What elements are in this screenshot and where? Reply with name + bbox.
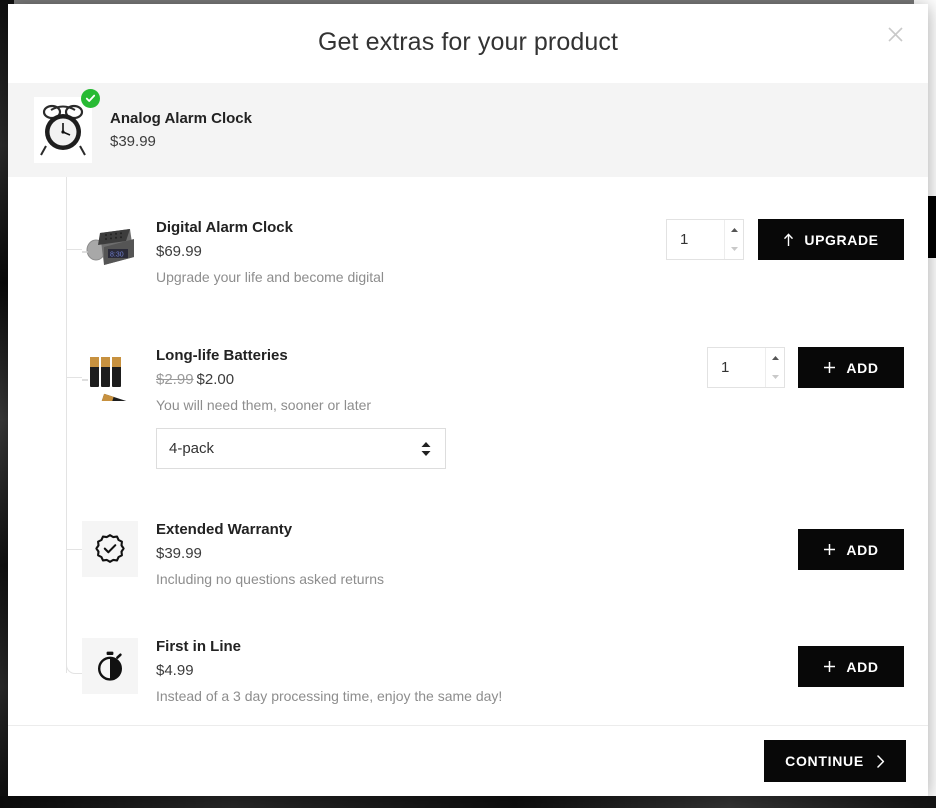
offer-description: You will need them, sooner or later <box>156 396 446 414</box>
up-down-arrows-icon <box>421 441 431 456</box>
offer-row-digital-alarm-clock: 8:30 Digital Alarm Clock $69.99 Upgrade … <box>82 219 906 329</box>
offer-row-extended-warranty: Extended Warranty $39.99 Including no qu… <box>82 521 906 631</box>
continue-button[interactable]: CONTINUE <box>764 740 906 782</box>
selected-product-info: Analog Alarm Clock $39.99 <box>110 110 252 150</box>
offer-row-long-life-batteries: Long-life Batteries $2.99$2.00 You will … <box>82 347 906 507</box>
quantity-spinner[interactable] <box>765 348 784 387</box>
offer-name: First in Line <box>156 638 502 656</box>
pack-size-selected-value: 4-pack <box>169 440 214 457</box>
offer-price: $39.99 <box>156 545 384 563</box>
offer-price: $2.99$2.00 <box>156 371 446 389</box>
caret-down-glyph <box>771 374 780 380</box>
continue-button-label: CONTINUE <box>785 753 864 769</box>
add-button-first-in-line[interactable]: ADD <box>798 646 904 687</box>
caret-up-glyph <box>730 227 739 233</box>
quantity-input[interactable] <box>708 358 765 377</box>
tree-branch-1 <box>66 249 82 250</box>
page-title: Get extras for your product <box>8 28 928 57</box>
offer-info-first-in-line: First in Line $4.99 Instead of a 3 day p… <box>156 638 502 705</box>
offer-info-long-life-batteries: Long-life Batteries $2.99$2.00 You will … <box>156 347 446 469</box>
stopwatch-icon <box>82 638 138 694</box>
caret-up-glyph <box>421 441 431 447</box>
offer-original-price: $2.99 <box>156 371 194 388</box>
upgrade-button-digital-alarm-clock[interactable]: UPGRADE <box>758 219 904 260</box>
caret-up-glyph <box>771 355 780 361</box>
quantity-stepper-long-life-batteries[interactable] <box>707 347 785 388</box>
offer-info-digital-alarm-clock: Digital Alarm Clock $69.99 Upgrade your … <box>156 219 384 286</box>
offer-info-extended-warranty: Extended Warranty $39.99 Including no qu… <box>156 521 384 588</box>
offer-description: Upgrade your life and become digital <box>156 268 384 286</box>
chevron-right-icon <box>876 755 885 768</box>
modal-footer: CONTINUE <box>8 725 928 796</box>
pack-size-select[interactable]: 4-pack <box>156 428 446 469</box>
offer-price: $69.99 <box>156 243 384 261</box>
offer-price: $4.99 <box>156 662 502 680</box>
selected-product-name: Analog Alarm Clock <box>110 110 252 127</box>
quantity-stepper-digital-alarm-clock[interactable] <box>666 219 744 260</box>
add-button-long-life-batteries[interactable]: ADD <box>798 347 904 388</box>
modal-header: Get extras for your product <box>8 4 928 83</box>
batteries-image <box>82 347 138 403</box>
extras-modal: Get extras for your product <box>8 4 928 796</box>
offer-row-first-in-line: First in Line $4.99 Instead of a 3 day p… <box>82 638 906 725</box>
add-button-label: ADD <box>846 659 878 675</box>
selected-product-row: Analog Alarm Clock $39.99 <box>8 83 928 177</box>
quantity-increment-icon[interactable] <box>725 220 743 240</box>
caret-down-glyph <box>421 450 431 456</box>
offer-name: Extended Warranty <box>156 521 384 539</box>
tree-branch-2 <box>66 377 82 378</box>
arrow-up-icon <box>783 233 794 247</box>
offers-list: 8:30 Digital Alarm Clock $69.99 Upgrade … <box>8 177 928 725</box>
badge-check-glyph <box>94 533 126 565</box>
analog-clock-glyph <box>37 101 89 159</box>
add-button-label: ADD <box>846 360 878 376</box>
tree-branch-3 <box>66 549 82 550</box>
caret-down-glyph <box>730 246 739 252</box>
check-glyph <box>85 93 96 104</box>
analog-alarm-clock-image <box>34 97 92 163</box>
plus-icon <box>823 660 836 673</box>
warranty-badge-check-icon <box>82 521 138 577</box>
digital-alarm-clock-image: 8:30 <box>82 219 138 275</box>
quantity-decrement-icon[interactable] <box>725 240 743 260</box>
close-icon[interactable] <box>882 21 908 47</box>
digital-clock-glyph: 8:30 <box>82 221 138 273</box>
offer-name: Long-life Batteries <box>156 347 446 365</box>
add-button-extended-warranty[interactable]: ADD <box>798 529 904 570</box>
quantity-input[interactable] <box>667 230 724 249</box>
background-image-bottom <box>0 796 936 808</box>
quantity-increment-icon[interactable] <box>766 348 784 368</box>
quantity-decrement-icon[interactable] <box>766 368 784 388</box>
plus-icon <box>823 361 836 374</box>
selected-product-price: $39.99 <box>110 133 252 150</box>
close-glyph <box>887 26 904 43</box>
batteries-glyph <box>82 349 138 401</box>
svg-text:8:30: 8:30 <box>110 252 124 259</box>
plus-icon <box>823 543 836 556</box>
selected-product-thumb <box>34 97 92 163</box>
offer-current-price: $2.00 <box>197 371 235 388</box>
check-circle-icon <box>81 89 100 108</box>
tree-connector-line <box>66 177 67 673</box>
add-button-label: ADD <box>846 542 878 558</box>
offer-name: Digital Alarm Clock <box>156 219 384 237</box>
upgrade-button-label: UPGRADE <box>804 232 878 248</box>
quantity-spinner[interactable] <box>724 220 743 259</box>
offer-description: Instead of a 3 day processing time, enjo… <box>156 687 502 705</box>
offer-description: Including no questions asked returns <box>156 570 384 588</box>
stopwatch-glyph <box>94 650 126 682</box>
